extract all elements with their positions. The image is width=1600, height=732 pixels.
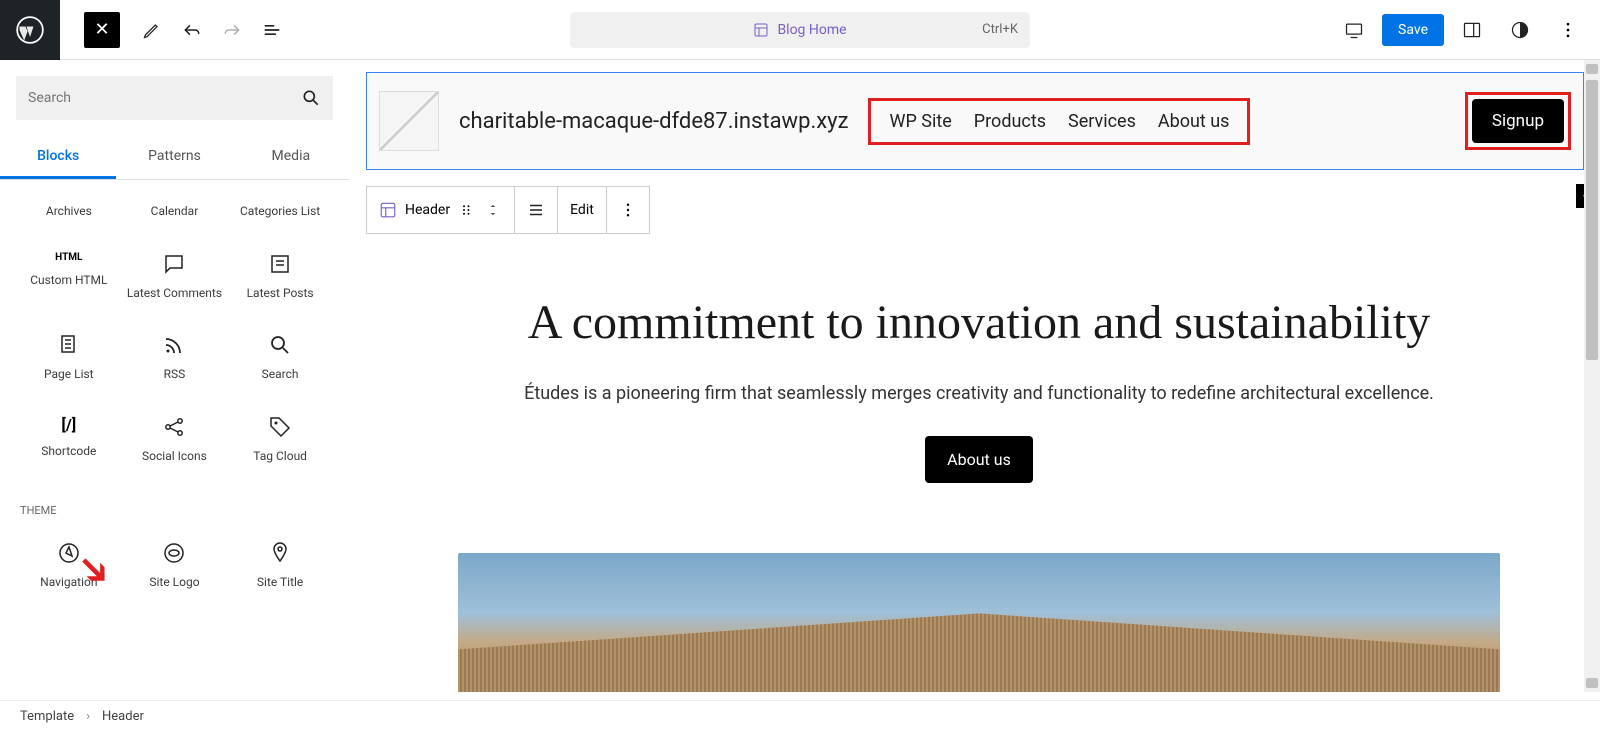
- toolbar-align[interactable]: [515, 187, 558, 233]
- site-header-block[interactable]: charitable-macaque-dfde87.instawp.xyz WP…: [366, 72, 1584, 170]
- editor-canvas: charitable-macaque-dfde87.instawp.xyz WP…: [358, 60, 1600, 692]
- move-icon[interactable]: [484, 201, 502, 219]
- layout-icon: [379, 201, 397, 219]
- block-calendar[interactable]: Calendar: [122, 188, 228, 236]
- command-bar[interactable]: Blog Home Ctrl+K: [570, 12, 1030, 48]
- close-button[interactable]: ✕: [84, 12, 120, 48]
- topbar-right: Save: [1334, 10, 1600, 50]
- edit-tool-button[interactable]: [132, 10, 172, 50]
- rss-icon: [162, 333, 186, 357]
- align-icon: [527, 201, 545, 219]
- breadcrumb-separator: ›: [86, 709, 90, 724]
- block-custom-html[interactable]: HTMLCustom HTML: [16, 236, 122, 318]
- block-latest-posts[interactable]: Latest Posts: [227, 236, 333, 318]
- block-toolbar: Header Edit: [366, 186, 650, 234]
- nav-item-services[interactable]: Services: [1068, 111, 1136, 132]
- sidebar-icon: [1462, 20, 1482, 40]
- undo-icon: [182, 20, 202, 40]
- search-icon: [301, 88, 321, 108]
- block-search[interactable]: [16, 76, 333, 120]
- html-icon: HTML: [55, 252, 82, 263]
- kebab-icon: [619, 201, 637, 219]
- navigation-block-highlight[interactable]: WP Site Products Services About us: [868, 98, 1250, 145]
- scrollbar-up[interactable]: [1586, 64, 1598, 74]
- block-page-list[interactable]: Page List: [16, 317, 122, 399]
- comment-icon: [162, 252, 186, 276]
- posts-icon: [268, 252, 292, 276]
- hero-heading[interactable]: A commitment to innovation and sustainab…: [458, 294, 1500, 352]
- signup-button[interactable]: Signup: [1472, 99, 1564, 143]
- scrollbar-thumb[interactable]: [1586, 80, 1598, 360]
- block-navigation[interactable]: Navigation: [16, 525, 122, 607]
- site-title-text[interactable]: charitable-macaque-dfde87.instawp.xyz: [459, 109, 848, 134]
- nav-item-about-us[interactable]: About us: [1158, 111, 1230, 132]
- breadcrumb-current[interactable]: Header: [102, 709, 144, 724]
- toolbar-block-label: Header: [405, 202, 450, 218]
- scrollbar-down[interactable]: [1586, 678, 1598, 688]
- wordpress-logo[interactable]: [0, 0, 60, 60]
- pagelist-icon: [57, 333, 81, 357]
- document-overview-button[interactable]: [252, 10, 292, 50]
- pin-icon: [268, 541, 292, 565]
- command-bar-shortcut: Ctrl+K: [982, 22, 1018, 37]
- contrast-icon: [1510, 20, 1530, 40]
- search-input[interactable]: [28, 90, 301, 106]
- toolbar-block-type[interactable]: Header: [367, 187, 515, 233]
- more-options-button[interactable]: [1548, 10, 1588, 50]
- wordpress-icon: [16, 16, 44, 44]
- block-site-logo[interactable]: Site Logo: [122, 525, 228, 607]
- layout-icon: [753, 22, 769, 38]
- block-categories-list[interactable]: Categories List: [227, 188, 333, 236]
- undo-button[interactable]: [172, 10, 212, 50]
- block-social-icons[interactable]: Social Icons: [122, 399, 228, 481]
- inserter-tabs: Blocks Patterns Media: [0, 136, 349, 180]
- theme-section-label: THEME: [16, 480, 333, 525]
- tag-icon: [268, 415, 292, 439]
- pencil-icon: [142, 20, 162, 40]
- save-button[interactable]: Save: [1382, 14, 1444, 46]
- tab-media[interactable]: Media: [233, 136, 349, 179]
- hero-subheading[interactable]: Études is a pioneering firm that seamles…: [458, 380, 1500, 409]
- nav-item-products[interactable]: Products: [974, 111, 1046, 132]
- shortcode-icon: [/]: [61, 415, 76, 434]
- command-bar-label: Blog Home: [777, 22, 846, 38]
- toolbar-edit[interactable]: Edit: [558, 187, 607, 233]
- styles-toggle[interactable]: [1500, 10, 1540, 50]
- list-icon: [262, 20, 282, 40]
- hero-section: A commitment to innovation and sustainab…: [358, 234, 1600, 523]
- sitelogo-icon: [162, 541, 186, 565]
- block-archives[interactable]: Archives: [16, 188, 122, 236]
- tab-patterns[interactable]: Patterns: [116, 136, 232, 179]
- redo-button[interactable]: [212, 10, 252, 50]
- drag-icon[interactable]: [458, 201, 476, 219]
- navigation-icon: [57, 541, 81, 565]
- view-toggle-button[interactable]: [1334, 10, 1374, 50]
- redo-icon: [222, 20, 242, 40]
- block-inserter-sidebar: Blocks Patterns Media Archives Calendar …: [0, 60, 350, 692]
- nav-item-wp-site[interactable]: WP Site: [889, 111, 951, 132]
- toolbar-more[interactable]: [607, 187, 649, 233]
- block-search[interactable]: Search: [227, 317, 333, 399]
- site-logo-placeholder[interactable]: [379, 91, 439, 151]
- desktop-icon: [1344, 20, 1364, 40]
- block-rss[interactable]: RSS: [122, 317, 228, 399]
- block-latest-comments[interactable]: Latest Comments: [122, 236, 228, 318]
- hero-image[interactable]: [458, 553, 1500, 692]
- share-icon: [162, 415, 186, 439]
- breadcrumb-root[interactable]: Template: [20, 709, 74, 724]
- editor-breadcrumb: Template › Header: [0, 700, 1600, 732]
- block-shortcode[interactable]: [/]Shortcode: [16, 399, 122, 481]
- tab-blocks[interactable]: Blocks: [0, 136, 116, 179]
- block-site-title[interactable]: Site Title: [227, 525, 333, 607]
- signup-button-highlight: Signup: [1465, 92, 1571, 150]
- kebab-icon: [1558, 20, 1578, 40]
- settings-panel-toggle[interactable]: [1452, 10, 1492, 50]
- search-block-icon: [268, 333, 292, 357]
- block-list[interactable]: Archives Calendar Categories List HTMLCu…: [0, 180, 349, 692]
- canvas-scrollbar[interactable]: [1584, 60, 1600, 692]
- block-tag-cloud[interactable]: Tag Cloud: [227, 399, 333, 481]
- hero-cta-button[interactable]: About us: [925, 436, 1033, 483]
- editor-topbar: ✕ Blog Home Ctrl+K Save: [0, 0, 1600, 60]
